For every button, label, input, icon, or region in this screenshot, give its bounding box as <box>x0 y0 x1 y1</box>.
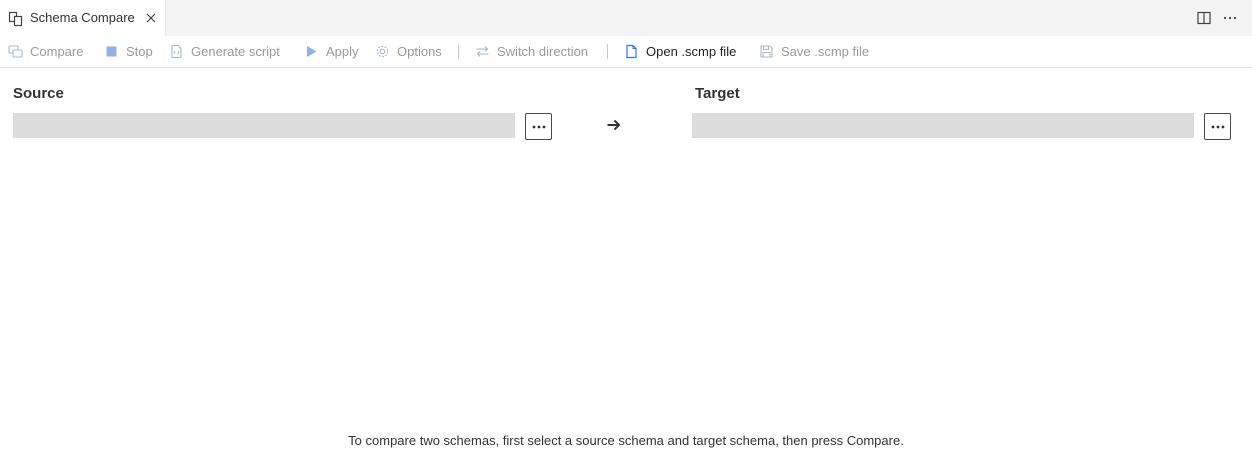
stop-button[interactable]: Stop <box>104 36 153 67</box>
target-schema-field[interactable] <box>692 113 1194 138</box>
close-icon[interactable] <box>144 11 158 25</box>
toolbar-separator <box>458 44 459 59</box>
more-icon <box>532 125 545 128</box>
compare-button[interactable]: Compare <box>8 36 83 67</box>
instruction-text: To compare two schemas, first select a s… <box>348 433 904 448</box>
arrow-right-icon <box>607 119 621 131</box>
schema-compare-toolbar: Compare Stop Generate script Apply Optio… <box>0 36 1252 68</box>
switch-direction-label: Switch direction <box>497 44 589 59</box>
more-icon <box>1211 125 1224 128</box>
switch-direction-icon <box>476 46 489 57</box>
source-label: Source <box>13 85 64 102</box>
open-file-icon <box>626 44 637 59</box>
source-schema-field[interactable] <box>13 113 515 138</box>
tab-label: Schema Compare <box>30 10 135 25</box>
open-scmp-label: Open .scmp file <box>646 44 737 59</box>
generate-script-button[interactable]: Generate script <box>169 36 280 67</box>
options-button[interactable]: Options <box>375 36 442 67</box>
split-editor-icon[interactable] <box>1196 10 1212 26</box>
toolbar-separator <box>607 44 608 59</box>
save-icon <box>760 45 773 58</box>
generate-script-icon <box>171 44 182 59</box>
more-actions-icon[interactable] <box>1222 10 1238 26</box>
apply-button[interactable]: Apply <box>304 36 359 67</box>
save-scmp-button[interactable]: Save .scmp file <box>759 36 869 67</box>
gear-icon <box>376 45 389 58</box>
generate-script-label: Generate script <box>191 44 280 59</box>
save-scmp-label: Save .scmp file <box>781 44 870 59</box>
target-browse-button[interactable] <box>1204 113 1231 140</box>
compare-icon <box>8 45 23 58</box>
compare-label: Compare <box>30 44 84 59</box>
stop-icon <box>106 46 117 57</box>
switch-direction-button[interactable]: Switch direction <box>475 36 588 67</box>
options-label: Options <box>397 44 442 59</box>
apply-label: Apply <box>326 44 359 59</box>
open-scmp-button[interactable]: Open .scmp file <box>624 36 736 67</box>
play-icon <box>307 46 317 57</box>
editor-tab-bar: Schema Compare <box>0 0 1252 36</box>
tab-schema-compare[interactable]: Schema Compare <box>0 0 166 36</box>
source-browse-button[interactable] <box>525 113 552 140</box>
target-label: Target <box>695 85 740 102</box>
schema-compare-icon <box>8 11 23 27</box>
stop-label: Stop <box>126 44 153 59</box>
